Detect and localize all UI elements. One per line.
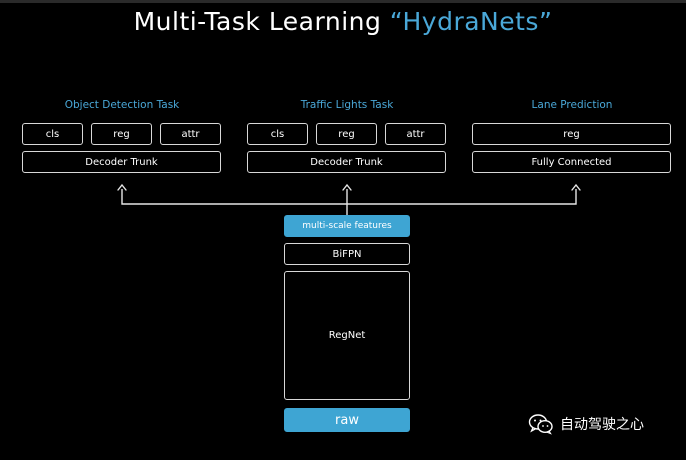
head-box-reg: reg <box>316 123 377 145</box>
multi-scale-features-box: multi-scale features <box>284 215 410 237</box>
head-box-attr: attr <box>160 123 221 145</box>
regnet-box: RegNet <box>284 271 410 400</box>
head-box-cls: cls <box>22 123 83 145</box>
head-box-attr: attr <box>385 123 446 145</box>
watermark-text: 自动驾驶之心 <box>560 417 644 433</box>
trunk-box-decoder: Decoder Trunk <box>22 151 221 173</box>
task-title-lane-prediction: Lane Prediction <box>531 99 613 111</box>
trunk-box-fully-connected: Fully Connected <box>472 151 671 173</box>
task-title-traffic-lights: Traffic Lights Task <box>300 99 394 111</box>
trunk-box-decoder: Decoder Trunk <box>247 151 446 173</box>
head-box-cls: cls <box>247 123 308 145</box>
head-box-reg: reg <box>472 123 671 145</box>
fanout-line <box>121 189 577 205</box>
hydranets-slide: Multi-Task Learning “HydraNets” Object D… <box>0 0 686 457</box>
head-box-reg: reg <box>91 123 152 145</box>
raw-input-box: raw <box>284 408 410 432</box>
task-title-object-detection: Object Detection Task <box>64 99 180 111</box>
bifpn-box: BiFPN <box>284 243 410 265</box>
wechat-icon <box>528 414 553 435</box>
watermark: 自动驾驶之心 <box>528 413 644 435</box>
